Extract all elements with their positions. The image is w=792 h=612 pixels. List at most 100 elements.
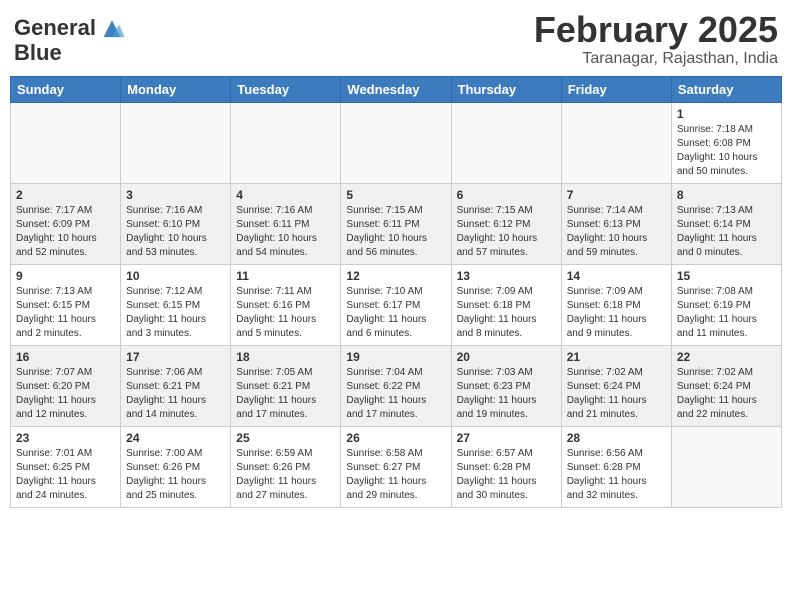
- day-number: 28: [567, 431, 666, 445]
- calendar-cell: 2 Sunrise: 7:17 AM Sunset: 6:09 PM Daylig…: [11, 183, 121, 264]
- day-info: Sunrise: 7:14 AM Sunset: 6:13 PM Dayligh…: [567, 204, 666, 260]
- day-number: 12: [346, 269, 445, 283]
- title-block: February 2025 Taranagar, Rajasthan, Indi…: [534, 10, 778, 68]
- calendar-cell: 17 Sunrise: 7:06 AM Sunset: 6:21 PM Dayli…: [121, 345, 231, 426]
- day-number: 7: [567, 188, 666, 202]
- calendar-cell: 1 Sunrise: 7:18 AM Sunset: 6:08 PM Daylig…: [671, 102, 781, 183]
- week-row-5: 23Sunrise: 7:01 AM Sunset: 6:25 PM Dayli…: [11, 426, 782, 507]
- day-info: Sunrise: 7:00 AM Sunset: 6:26 PM Dayligh…: [126, 447, 225, 503]
- day-info: Sunrise: 7:02 AM Sunset: 6:24 PM Dayligh…: [677, 366, 776, 422]
- day-info: Sunrise: 7:13 AM Sunset: 6:14 PM Dayligh…: [677, 204, 776, 260]
- day-number: 14: [567, 269, 666, 283]
- weekday-header-friday: Friday: [561, 76, 671, 102]
- day-number: 20: [457, 350, 556, 364]
- calendar-cell: 21 Sunrise: 7:02 AM Sunset: 6:24 PM Dayli…: [561, 345, 671, 426]
- calendar-cell: 19 Sunrise: 7:04 AM Sunset: 6:22 PM Dayli…: [341, 345, 451, 426]
- calendar-cell: 10 Sunrise: 7:12 AM Sunset: 6:15 PM Dayli…: [121, 264, 231, 345]
- day-info: Sunrise: 7:12 AM Sunset: 6:15 PM Dayligh…: [126, 285, 225, 341]
- day-number: 27: [457, 431, 556, 445]
- day-info: Sunrise: 7:16 AM Sunset: 6:11 PM Dayligh…: [236, 204, 335, 260]
- calendar-cell: 8Sunrise: 7:13 AM Sunset: 6:14 PM Daylig…: [671, 183, 781, 264]
- day-number: 9: [16, 269, 115, 283]
- calendar-cell: [561, 102, 671, 183]
- logo-blue: Blue: [14, 40, 62, 65]
- week-row-3: 9 Sunrise: 7:13 AM Sunset: 6:15 PM Daylig…: [11, 264, 782, 345]
- calendar-cell: 18 Sunrise: 7:05 AM Sunset: 6:21 PM Dayli…: [231, 345, 341, 426]
- logo: General Blue: [14, 14, 126, 65]
- day-info: Sunrise: 7:16 AM Sunset: 6:10 PM Dayligh…: [126, 204, 225, 260]
- calendar-cell: [671, 426, 781, 507]
- day-info: Sunrise: 7:10 AM Sunset: 6:17 PM Dayligh…: [346, 285, 445, 341]
- day-number: 11: [236, 269, 335, 283]
- day-info: Sunrise: 7:03 AM Sunset: 6:23 PM Dayligh…: [457, 366, 556, 422]
- calendar-cell: 28 Sunrise: 6:56 AM Sunset: 6:28 PM Dayli…: [561, 426, 671, 507]
- calendar-cell: 24 Sunrise: 7:00 AM Sunset: 6:26 PM Dayli…: [121, 426, 231, 507]
- calendar-cell: 20 Sunrise: 7:03 AM Sunset: 6:23 PM Dayli…: [451, 345, 561, 426]
- calendar-cell: 15Sunrise: 7:08 AM Sunset: 6:19 PM Dayli…: [671, 264, 781, 345]
- calendar-cell: 26 Sunrise: 6:58 AM Sunset: 6:27 PM Dayli…: [341, 426, 451, 507]
- day-number: 4: [236, 188, 335, 202]
- day-number: 18: [236, 350, 335, 364]
- calendar-cell: 7 Sunrise: 7:14 AM Sunset: 6:13 PM Daylig…: [561, 183, 671, 264]
- day-info: Sunrise: 6:57 AM Sunset: 6:28 PM Dayligh…: [457, 447, 556, 503]
- calendar-cell: 22 Sunrise: 7:02 AM Sunset: 6:24 PM Dayli…: [671, 345, 781, 426]
- calendar-cell: 3 Sunrise: 7:16 AM Sunset: 6:10 PM Daylig…: [121, 183, 231, 264]
- day-info: Sunrise: 7:18 AM Sunset: 6:08 PM Dayligh…: [677, 123, 776, 179]
- calendar-cell: [11, 102, 121, 183]
- day-info: Sunrise: 7:09 AM Sunset: 6:18 PM Dayligh…: [457, 285, 556, 341]
- day-number: 2: [16, 188, 115, 202]
- calendar-cell: 23Sunrise: 7:01 AM Sunset: 6:25 PM Dayli…: [11, 426, 121, 507]
- weekday-header-sunday: Sunday: [11, 76, 121, 102]
- day-info: Sunrise: 7:15 AM Sunset: 6:11 PM Dayligh…: [346, 204, 445, 260]
- calendar-table: SundayMondayTuesdayWednesdayThursdayFrid…: [10, 76, 782, 508]
- day-number: 19: [346, 350, 445, 364]
- day-info: Sunrise: 6:59 AM Sunset: 6:26 PM Dayligh…: [236, 447, 335, 503]
- day-number: 1: [677, 107, 776, 121]
- calendar-cell: [341, 102, 451, 183]
- day-number: 3: [126, 188, 225, 202]
- day-number: 25: [236, 431, 335, 445]
- calendar-cell: 25 Sunrise: 6:59 AM Sunset: 6:26 PM Dayli…: [231, 426, 341, 507]
- day-number: 22: [677, 350, 776, 364]
- day-info: Sunrise: 7:13 AM Sunset: 6:15 PM Dayligh…: [16, 285, 115, 341]
- logo-icon: [98, 14, 126, 42]
- day-info: Sunrise: 6:58 AM Sunset: 6:27 PM Dayligh…: [346, 447, 445, 503]
- calendar-cell: 14 Sunrise: 7:09 AM Sunset: 6:18 PM Dayli…: [561, 264, 671, 345]
- day-info: Sunrise: 7:11 AM Sunset: 6:16 PM Dayligh…: [236, 285, 335, 341]
- day-info: Sunrise: 7:06 AM Sunset: 6:21 PM Dayligh…: [126, 366, 225, 422]
- calendar-cell: 5 Sunrise: 7:15 AM Sunset: 6:11 PM Daylig…: [341, 183, 451, 264]
- calendar-cell: 6 Sunrise: 7:15 AM Sunset: 6:12 PM Daylig…: [451, 183, 561, 264]
- day-number: 5: [346, 188, 445, 202]
- calendar-subtitle: Taranagar, Rajasthan, India: [534, 50, 778, 68]
- day-info: Sunrise: 7:04 AM Sunset: 6:22 PM Dayligh…: [346, 366, 445, 422]
- week-row-4: 16 Sunrise: 7:07 AM Sunset: 6:20 PM Dayli…: [11, 345, 782, 426]
- weekday-header-monday: Monday: [121, 76, 231, 102]
- calendar-cell: 16 Sunrise: 7:07 AM Sunset: 6:20 PM Dayli…: [11, 345, 121, 426]
- day-info: Sunrise: 7:09 AM Sunset: 6:18 PM Dayligh…: [567, 285, 666, 341]
- weekday-header-thursday: Thursday: [451, 76, 561, 102]
- calendar-cell: [121, 102, 231, 183]
- calendar-cell: [451, 102, 561, 183]
- day-number: 26: [346, 431, 445, 445]
- day-info: Sunrise: 7:15 AM Sunset: 6:12 PM Dayligh…: [457, 204, 556, 260]
- day-info: Sunrise: 7:02 AM Sunset: 6:24 PM Dayligh…: [567, 366, 666, 422]
- day-info: Sunrise: 7:05 AM Sunset: 6:21 PM Dayligh…: [236, 366, 335, 422]
- day-number: 24: [126, 431, 225, 445]
- day-number: 17: [126, 350, 225, 364]
- day-number: 6: [457, 188, 556, 202]
- page-header: General Blue February 2025 Taranagar, Ra…: [10, 10, 782, 68]
- calendar-cell: [231, 102, 341, 183]
- weekday-header-tuesday: Tuesday: [231, 76, 341, 102]
- day-info: Sunrise: 7:17 AM Sunset: 6:09 PM Dayligh…: [16, 204, 115, 260]
- day-number: 21: [567, 350, 666, 364]
- calendar-cell: 4 Sunrise: 7:16 AM Sunset: 6:11 PM Daylig…: [231, 183, 341, 264]
- day-number: 16: [16, 350, 115, 364]
- day-number: 23: [16, 431, 115, 445]
- day-info: Sunrise: 6:56 AM Sunset: 6:28 PM Dayligh…: [567, 447, 666, 503]
- calendar-cell: 11 Sunrise: 7:11 AM Sunset: 6:16 PM Dayli…: [231, 264, 341, 345]
- calendar-cell: 13Sunrise: 7:09 AM Sunset: 6:18 PM Dayli…: [451, 264, 561, 345]
- day-info: Sunrise: 7:07 AM Sunset: 6:20 PM Dayligh…: [16, 366, 115, 422]
- logo-general: General: [14, 17, 96, 39]
- day-number: 10: [126, 269, 225, 283]
- weekday-header-row: SundayMondayTuesdayWednesdayThursdayFrid…: [11, 76, 782, 102]
